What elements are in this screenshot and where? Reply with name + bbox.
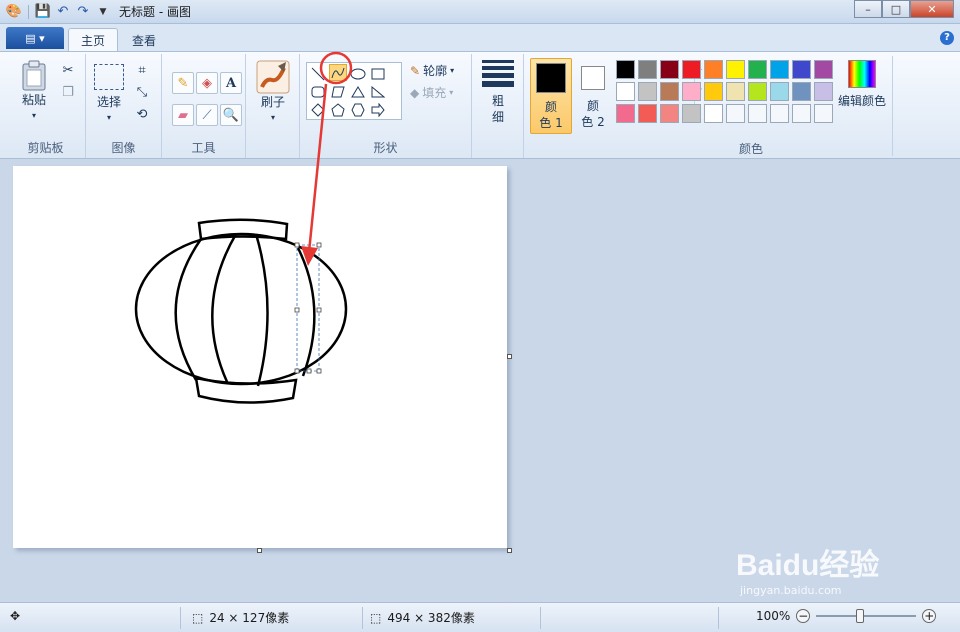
annotation-arrow-line — [307, 83, 328, 253]
selection-size-status: ⬚ 24 × 127像素 — [192, 609, 289, 626]
tutorial-annotation — [301, 51, 353, 266]
highlight-circle — [319, 51, 353, 85]
separator — [718, 607, 719, 629]
separator — [540, 607, 541, 629]
canvas-size-value: 494 × 382像素 — [387, 611, 475, 625]
selection-size-value: 24 × 127像素 — [209, 611, 290, 625]
watermark-url: jingyan.baidu.com — [740, 584, 842, 597]
status-bar: ✥ ⬚ 24 × 127像素 ⬚ 494 × 382像素 100% − + — [0, 602, 960, 632]
cursor-position-icon: ✥ — [10, 609, 21, 623]
separator — [180, 607, 181, 629]
zoom-slider[interactable] — [816, 609, 917, 623]
zoom-in-button[interactable]: + — [922, 609, 937, 623]
zoom-slider-thumb[interactable] — [856, 609, 865, 623]
canvas-size-status: ⬚ 494 × 382像素 — [370, 609, 475, 626]
zoom-level: 100% — [756, 609, 791, 623]
selection-size-icon: ⬚ — [192, 610, 204, 625]
baidu-watermark: Baidu经验 jingyan.baidu.com — [736, 540, 916, 600]
separator — [362, 607, 363, 629]
annotation-arrow-head — [301, 246, 318, 266]
canvas-size-icon: ⬚ — [370, 610, 382, 625]
zoom-controls: 100% − + — [756, 609, 937, 623]
watermark-brand: Baidu经验 — [736, 549, 880, 582]
zoom-out-button[interactable]: − — [796, 609, 811, 623]
